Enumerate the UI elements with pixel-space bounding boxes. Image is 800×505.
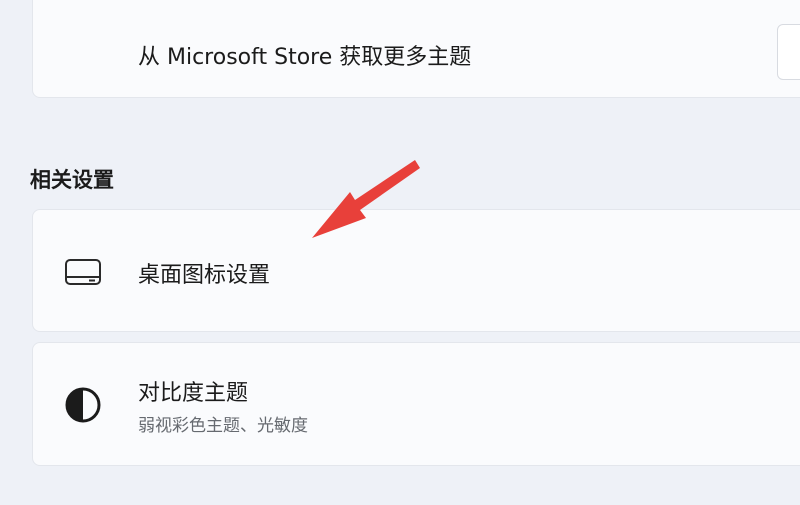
browse-themes-button[interactable] bbox=[777, 24, 800, 80]
contrast-themes-item[interactable]: 对比度主题 弱视彩色主题、光敏度 bbox=[32, 342, 800, 466]
more-themes-card: 从 Microsoft Store 获取更多主题 bbox=[32, 0, 800, 98]
contrast-icon bbox=[63, 385, 103, 425]
more-themes-label: 从 Microsoft Store 获取更多主题 bbox=[138, 45, 472, 70]
contrast-themes-description: 弱视彩色主题、光敏度 bbox=[138, 416, 308, 436]
related-settings-title: 相关设置 bbox=[30, 168, 114, 192]
desktop-icon-settings-label: 桌面图标设置 bbox=[138, 263, 271, 288]
desktop-icon bbox=[63, 252, 103, 292]
contrast-themes-label: 对比度主题 bbox=[138, 381, 249, 406]
pointer-arrow-icon bbox=[312, 160, 420, 238]
